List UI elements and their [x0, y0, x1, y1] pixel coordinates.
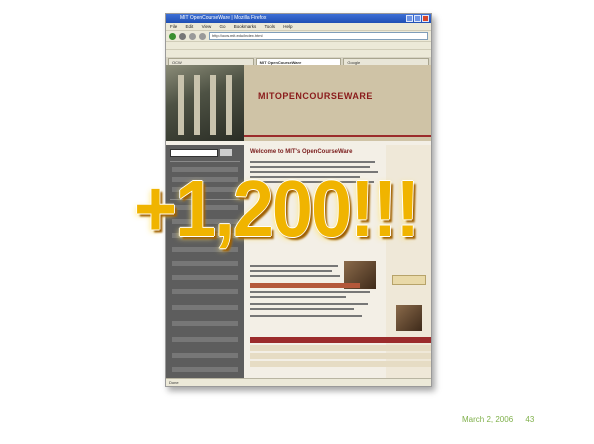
site-header: MITOPENCOURSEWARE — [166, 65, 431, 141]
sidebar-item[interactable] — [172, 367, 238, 372]
table-row — [250, 345, 431, 351]
menu-tools[interactable]: Tools — [264, 24, 275, 29]
table-row — [250, 361, 431, 367]
big-number-overlay: +1,200!!! — [134, 164, 420, 253]
search-go-button[interactable] — [220, 149, 232, 156]
sidebar-item[interactable] — [172, 261, 238, 266]
sidebar-item[interactable] — [172, 321, 238, 326]
reload-icon[interactable] — [189, 32, 196, 40]
close-icon[interactable] — [422, 15, 429, 22]
links-toolbar — [166, 49, 431, 57]
forward-icon[interactable] — [179, 32, 186, 40]
sidebar-item[interactable] — [172, 337, 238, 342]
menu-go[interactable]: Go — [220, 24, 226, 29]
table-header — [250, 337, 431, 343]
maximize-icon[interactable] — [414, 15, 421, 22]
menu-help[interactable]: Help — [283, 24, 292, 29]
window-title: MIT OpenCourseWare | Mozilla Firefox — [180, 15, 267, 21]
navigation-toolbar: http://ocw.mit.edu/index.html — [166, 30, 431, 41]
menu-edit[interactable]: Edit — [186, 24, 194, 29]
tab-3[interactable]: Google — [343, 58, 430, 65]
home-icon[interactable] — [199, 32, 206, 40]
section-title — [250, 283, 360, 288]
menu-bookmarks[interactable]: Bookmarks — [234, 24, 257, 29]
header-divider — [244, 135, 431, 137]
welcome-heading: Welcome to MIT's OpenCourseWare — [250, 149, 353, 155]
status-bar: Done — [166, 378, 431, 386]
slide-date: March 2, 2006 — [462, 415, 514, 424]
menu-bar: File Edit View Go Bookmarks Tools Help — [166, 23, 431, 30]
sidebar-item[interactable] — [172, 305, 238, 310]
window-titlebar: MIT OpenCourseWare | Mozilla Firefox — [166, 14, 431, 23]
building-photo — [166, 65, 244, 141]
menu-view[interactable]: View — [202, 24, 212, 29]
site-logo[interactable]: MITOPENCOURSEWARE — [258, 91, 373, 101]
slide-page-number: 43 — [525, 415, 535, 424]
faculty-photo — [396, 305, 422, 331]
tab-bar: OCW MIT OpenCourseWare Google — [166, 57, 431, 65]
minimize-icon[interactable] — [406, 15, 413, 22]
sidebar-item[interactable] — [172, 275, 238, 280]
address-bar[interactable]: http://ocw.mit.edu/index.html — [209, 32, 428, 40]
menu-file[interactable]: File — [170, 24, 177, 29]
table-row — [250, 353, 431, 359]
tab-1[interactable]: OCW — [168, 58, 254, 65]
sidebar-item[interactable] — [172, 353, 238, 358]
slide-footer: March 2, 2006 43 — [462, 415, 534, 424]
tab-2[interactable]: MIT OpenCourseWare — [255, 58, 342, 65]
sidebar-item[interactable] — [172, 289, 238, 294]
site-search-input[interactable] — [170, 149, 218, 157]
gold-button[interactable] — [392, 275, 426, 285]
bookmarks-toolbar — [166, 41, 431, 49]
slide: MIT OpenCourseWare | Mozilla Firefox Fil… — [0, 0, 594, 444]
back-icon[interactable] — [169, 32, 176, 40]
